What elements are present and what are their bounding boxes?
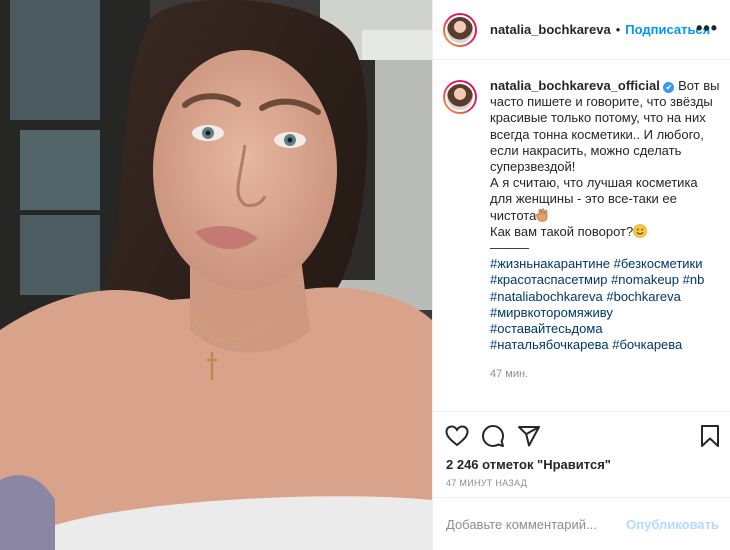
more-options-icon[interactable]: ••• [696, 19, 718, 37]
hashtag-link[interactable]: #жизньнакарантине #безкосметики [490, 256, 720, 272]
hand-emoji-icon [536, 208, 548, 222]
action-bar [433, 411, 730, 459]
post-timestamp[interactable]: 47 МИНУТ НАЗАД [446, 478, 527, 488]
post-side-panel: natalia_bochkareva • Подписаться ••• nat… [432, 0, 730, 550]
selfie-image [0, 0, 432, 550]
caption-author-username[interactable]: natalia_bochkareva_official [490, 78, 660, 93]
hashtag-link[interactable]: #натальябочкарева #бочкарева [490, 337, 720, 353]
share-icon[interactable] [517, 424, 541, 448]
smile-emoji-icon [633, 224, 648, 238]
caption-line: чистота [490, 207, 537, 223]
comment-input[interactable] [446, 515, 631, 533]
verified-badge-icon: ✔ [663, 82, 675, 93]
caption-line: для женщины - это все-таки ее [490, 191, 677, 207]
bookmark-icon[interactable] [698, 424, 722, 448]
caption-line: всегда тонна косметики.. И любого, [490, 126, 704, 142]
author-avatar[interactable] [443, 12, 477, 47]
caption-line: суперзвездой! [490, 159, 576, 175]
author-username[interactable]: natalia_bochkareva [490, 22, 611, 37]
caption-section: natalia_bochkareva_official ✔ Вот вы час… [433, 60, 730, 410]
post-header: natalia_bochkareva • Подписаться ••• [433, 0, 730, 60]
caption-text: natalia_bochkareva_official ✔ Вот вы час… [490, 78, 720, 410]
caption-line: часто пишете и говорите, что звёзды [490, 94, 713, 110]
caption-timestamp[interactable]: 47 мин. [490, 366, 720, 382]
caption-line: А я считаю, что лучшая косметика [490, 175, 698, 191]
post-photo[interactable] [0, 0, 432, 550]
heart-icon[interactable] [445, 424, 469, 448]
caption-line: если накрасить, можно сделать [490, 142, 682, 158]
caption-line: Как вам такой поворот? [490, 223, 634, 239]
caption-line: Вот вы [678, 78, 720, 93]
likes-count[interactable]: 2 246 отметок "Нравится" [446, 457, 611, 472]
comment-bar: Опубликовать [433, 497, 730, 550]
separator-dot: • [615, 22, 621, 37]
hashtag-link[interactable]: #мирвкоторомяживу [490, 305, 720, 321]
hashtag-link[interactable]: #красотаспасетмир #nomakeup #nb [490, 272, 720, 288]
comment-icon[interactable] [481, 424, 505, 448]
hashtag-link[interactable]: #nataliabochkareva #bochkareva [490, 289, 720, 305]
caption-line: ——— [490, 240, 529, 256]
hashtag-link[interactable]: #оставайтесьдома [490, 321, 720, 337]
caption-author-avatar[interactable] [443, 80, 477, 114]
caption-line: красивые только потому, что на них [490, 110, 706, 126]
publish-button[interactable]: Опубликовать [626, 517, 719, 532]
